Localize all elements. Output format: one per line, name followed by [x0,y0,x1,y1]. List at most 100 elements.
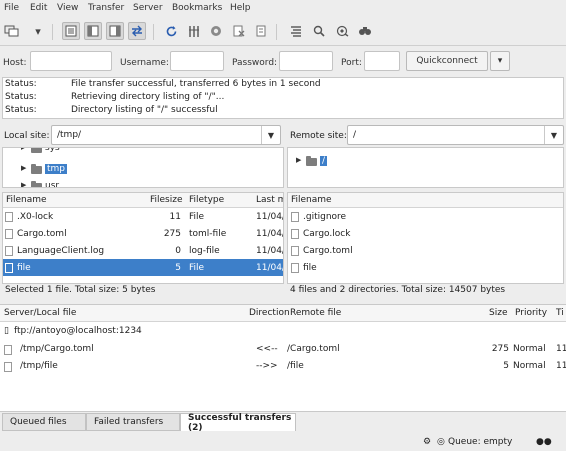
folder-icon [31,148,42,153]
file-row[interactable]: Cargo.toml [288,242,563,259]
disconnect-icon[interactable] [230,22,248,40]
tab-failed-transfers[interactable]: Failed transfers [86,413,180,431]
activity-lights-icon: ●● [536,437,552,447]
local-site-combo[interactable]: /tmp/ ▼ [51,125,281,145]
column-filesize[interactable]: Filesize [150,195,183,205]
queue-direction: <<-- [256,344,278,354]
file-icon [291,229,299,239]
file-row[interactable]: .X0-lock 11 File 11/04/ [3,208,283,225]
file-icon [291,212,299,222]
remote-site-label: Remote site: [290,131,347,141]
file-row[interactable]: .gitignore [288,208,563,225]
remote-tree-toggle-icon[interactable] [106,22,124,40]
file-row[interactable]: file [288,259,563,276]
quickconnect-dropdown-button[interactable]: ▾ [490,51,510,71]
remote-file-list[interactable]: Filename .gitignore Cargo.lock Cargo.tom… [287,192,564,284]
file-icon [4,345,12,355]
log-status-label: Status: [5,92,37,102]
file-row[interactable]: Cargo.toml 275 toml-file 11/04/ [3,225,283,242]
queue-row[interactable]: /tmp/Cargo.toml <<-- /Cargo.toml 275 Nor… [0,342,566,356]
file-type: log-file [189,246,220,256]
tree-item-label: usr [45,181,60,188]
password-input[interactable] [279,51,333,71]
transfer-queue-toggle-icon[interactable] [128,22,146,40]
process-queue-icon[interactable] [185,22,203,40]
tab-queued-files[interactable]: Queued files [2,413,86,431]
dropdown-arrow-icon[interactable]: ▾ [29,22,47,40]
search-remote-icon[interactable] [310,22,328,40]
expand-arrow-icon[interactable]: ▶ [21,181,26,187]
quickconnect-button[interactable]: Quickconnect [406,51,488,71]
expand-arrow-icon[interactable]: ▶ [21,148,26,151]
file-name: .X0-lock [17,212,54,222]
column-priority[interactable]: Priority [515,308,547,318]
cancel-operation-icon[interactable] [207,22,225,40]
log-status-label: Status: [5,79,37,89]
queue-server-address: ftp://antoyo@localhost:1234 [14,326,142,336]
menu-transfer[interactable]: Transfer [88,3,124,13]
queue-local-file: /tmp/file [20,361,58,371]
column-time[interactable]: Ti [556,308,564,318]
tree-item-label: tmp [45,164,68,174]
column-direction[interactable]: Direction [249,308,290,318]
port-input[interactable] [364,51,400,71]
file-type: File [189,212,205,222]
remote-site-combo[interactable]: / ▼ [347,125,564,145]
menu-view[interactable]: View [57,3,78,13]
menu-bar: File Edit View Transfer Server Bookmarks… [0,0,566,16]
expand-arrow-icon[interactable]: ▶ [296,156,301,164]
queue-server-row[interactable]: ▯ ftp://antoyo@localhost:1234 [0,324,566,338]
menu-edit[interactable]: Edit [30,3,47,13]
find-files-icon[interactable] [356,22,374,40]
menu-help[interactable]: Help [230,3,251,13]
file-date: 11/04/ [256,229,284,239]
queue-local-file: /tmp/Cargo.toml [20,344,94,354]
file-row[interactable]: Cargo.lock [288,225,563,242]
queue-icon: ◎ [437,437,445,447]
local-tree-toggle-icon[interactable] [84,22,102,40]
column-remote-file[interactable]: Remote file [290,308,341,318]
file-size: 0 [175,246,181,256]
menu-bookmarks[interactable]: Bookmarks [172,3,222,13]
column-filename[interactable]: Filename [291,195,332,205]
column-last-modified[interactable]: Last m [256,195,283,205]
tab-successful-transfers[interactable]: Successful transfers (2) [180,413,296,433]
username-input[interactable] [170,51,224,71]
remote-file-list-header: Filename [288,193,563,208]
expand-arrow-icon[interactable]: ▶ [21,164,26,172]
queue-row[interactable]: /tmp/file -->> /file 5 Normal 11 [0,359,566,373]
menu-server[interactable]: Server [133,3,163,13]
column-filetype[interactable]: Filetype [189,195,224,205]
column-filename[interactable]: Filename [6,195,47,205]
remote-directory-tree[interactable]: ▶ / [287,147,564,188]
transfer-queue[interactable]: Server/Local file Direction Remote file … [0,304,566,412]
reconnect-icon[interactable] [252,22,270,40]
toolbar: ▾ [0,17,566,46]
chevron-down-icon[interactable]: ▼ [544,126,563,144]
local-file-list[interactable]: Filename Filesize Filetype Last m .X0-lo… [2,192,284,284]
file-date: 11/04/ [256,263,284,273]
refresh-icon[interactable] [162,22,180,40]
filter-icon[interactable] [287,22,305,40]
site-manager-icon[interactable] [3,22,21,40]
column-server-local-file[interactable]: Server/Local file [4,308,76,318]
compare-dirs-icon[interactable] [333,22,351,40]
toolbar-separator [153,24,154,40]
file-row-selected[interactable]: file 5 File 11/04/ [3,259,283,276]
folder-icon [31,181,42,187]
host-input[interactable] [30,51,112,71]
file-icon [5,212,13,222]
remote-status-text: 4 files and 2 directories. Total size: 1… [290,285,506,295]
chevron-down-icon[interactable]: ▼ [261,126,280,144]
file-name: Cargo.toml [17,229,67,239]
local-directory-tree[interactable]: ▶ sys ▶ tmp ▶ usr [2,147,284,188]
message-log-toggle-icon[interactable] [62,22,80,40]
column-size[interactable]: Size [489,308,507,318]
message-log[interactable]: Status: File transfer successful, transf… [2,77,564,119]
speed-limit-icon[interactable]: ⚙ [423,437,431,447]
menu-file[interactable]: File [4,3,19,13]
file-row[interactable]: LanguageClient.log 0 log-file 11/04/ [3,242,283,259]
chevron-down-icon: ▾ [497,56,503,66]
file-name: Cargo.toml [303,246,353,256]
tree-item-label: / [320,156,328,166]
